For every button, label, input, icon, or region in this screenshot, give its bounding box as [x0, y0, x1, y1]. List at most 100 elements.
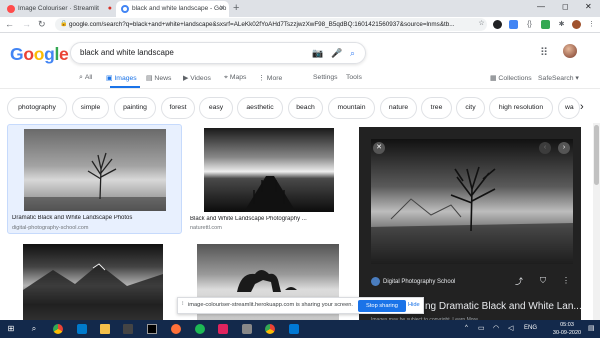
avatar[interactable] [563, 44, 577, 58]
spotify-icon[interactable] [195, 324, 205, 334]
mic-icon[interactable]: 🎤 [331, 47, 342, 59]
github-icon[interactable] [493, 20, 502, 29]
preview-title[interactable]: ng Dramatic Black and White Lan... [425, 301, 582, 312]
firefox-icon[interactable] [171, 324, 181, 334]
chip[interactable]: nature [380, 97, 417, 119]
tab-images[interactable]: ▣ Images [106, 74, 137, 82]
search-icon[interactable]: ⌕ [29, 324, 39, 334]
previous-image-icon[interactable]: ‹ [539, 142, 551, 154]
logo-letter: g [44, 44, 55, 64]
chip[interactable]: city [456, 97, 485, 119]
chip[interactable]: photography [7, 97, 67, 119]
bookmark-star-icon[interactable]: ☆ [477, 19, 486, 28]
tab-more[interactable]: ⋮ More [258, 74, 282, 82]
extension-icon[interactable] [541, 20, 550, 29]
bookmark-icon[interactable]: ⛉ [540, 276, 546, 286]
chip[interactable]: painting [114, 97, 156, 119]
page-scrollbar[interactable] [593, 123, 600, 323]
result-title[interactable]: Dramatic Black and White Landscape Photo… [12, 215, 180, 221]
language-indicator[interactable]: ENG [524, 325, 537, 331]
windows-start-icon[interactable]: ⊞ [6, 324, 16, 334]
file-explorer-icon[interactable] [100, 324, 110, 334]
address-bar[interactable]: 🔒 google.com/search?q=black+and+white+la… [55, 18, 487, 31]
search-box[interactable]: black and white landscape 📷 🎤 ⌕ [70, 42, 366, 64]
safesearch-dropdown[interactable]: SafeSearch ▾ [538, 74, 579, 82]
app-icon[interactable] [289, 324, 299, 334]
wifi-icon[interactable]: ◠ [493, 324, 499, 332]
chip[interactable]: forest [161, 97, 195, 119]
profile-avatar-icon[interactable] [572, 20, 581, 29]
maximize-button[interactable]: ◻ [562, 2, 569, 11]
forward-icon[interactable]: → [22, 19, 31, 29]
result-source[interactable]: naturettl.com [190, 225, 222, 231]
tab-maps[interactable]: ⌖ Maps [224, 74, 246, 82]
chip[interactable]: easy [199, 97, 233, 119]
preview-image[interactable] [371, 139, 573, 264]
devtools-icon[interactable]: {} [525, 20, 534, 29]
chip[interactable]: beach [288, 97, 323, 119]
image-result-card[interactable]: Black and White Landscape Photography ..… [189, 124, 347, 234]
tab-google-search[interactable]: black and white landscape - Goo ✕ [116, 1, 229, 17]
clock[interactable]: 05:03 30-09-2020 [552, 321, 582, 337]
tray-chevron-icon[interactable]: ^ [465, 325, 468, 331]
chrome-icon[interactable] [265, 324, 275, 334]
vscode-icon[interactable] [77, 324, 87, 334]
stop-sharing-button[interactable]: Stop sharing [358, 300, 406, 312]
app-icon[interactable] [218, 324, 228, 334]
network-icon[interactable]: ▭ [478, 324, 485, 332]
tab-image-colouriser[interactable]: Image Colouriser · Streamlit ● [2, 1, 116, 17]
more-options-icon[interactable]: ⋮ [562, 276, 570, 285]
chip[interactable]: mountain [328, 97, 375, 119]
result-thumbnail[interactable] [24, 129, 166, 211]
puzzle-icon[interactable]: ✱ [557, 20, 566, 29]
chrome-icon[interactable] [53, 324, 63, 334]
notifications-icon[interactable]: ▤ [588, 324, 595, 332]
chevron-right-icon[interactable]: › [580, 101, 584, 113]
settings-link[interactable]: Settings [313, 74, 338, 81]
share-icon[interactable]: ⤴ [515, 276, 523, 287]
extension-icon[interactable] [509, 20, 518, 29]
tab-close-icon[interactable]: ● [108, 1, 112, 17]
result-thumbnail[interactable] [204, 128, 334, 212]
hide-button[interactable]: Hide [408, 302, 420, 308]
tools-link[interactable]: Tools [346, 74, 362, 81]
chip[interactable]: simple [72, 97, 109, 119]
chip[interactable]: wa [558, 97, 580, 119]
search-input[interactable]: black and white landscape [80, 43, 174, 63]
new-tab-button[interactable]: + [233, 1, 239, 15]
back-icon[interactable]: ← [5, 19, 14, 29]
minimize-button[interactable]: — [537, 2, 545, 11]
collections-link[interactable]: ▦ Collections [490, 74, 532, 82]
tab-news[interactable]: ▤ News [146, 74, 171, 82]
chip[interactable]: aesthetic [237, 97, 283, 119]
drag-handle-icon[interactable]: ⁞ [182, 301, 184, 307]
image-result-card[interactable] [7, 238, 182, 320]
volume-icon[interactable]: ◁ [508, 324, 513, 332]
tab-all[interactable]: ⌕ All [79, 74, 92, 82]
app-icon[interactable] [123, 324, 133, 334]
result-source[interactable]: digital-photography-school.com [12, 225, 88, 231]
app-icon[interactable] [242, 324, 252, 334]
camera-icon[interactable]: 📷 [312, 47, 323, 59]
close-window-button[interactable]: ✕ [585, 2, 592, 11]
google-logo[interactable]: Google [10, 44, 69, 65]
image-result-card[interactable]: Dramatic Black and White Landscape Photo… [7, 124, 182, 234]
lock-icon: 🔒 [60, 21, 68, 27]
terminal-icon[interactable] [147, 324, 157, 334]
reload-icon[interactable]: ↻ [38, 19, 46, 30]
chip[interactable]: tree [421, 97, 452, 119]
search-icon[interactable]: ⌕ [350, 47, 355, 59]
preview-source[interactable]: Digital Photography School [371, 277, 455, 286]
result-thumbnail[interactable] [23, 244, 163, 320]
close-preview-icon[interactable]: ✕ [373, 142, 385, 154]
apps-grid-icon[interactable]: ⠿ [540, 46, 548, 59]
menu-kebab-icon[interactable]: ⋮ [587, 20, 596, 29]
next-image-icon[interactable]: › [558, 142, 570, 154]
chip[interactable]: high resolution [489, 97, 553, 119]
scrollbar-thumb[interactable] [594, 125, 599, 185]
result-title[interactable]: Black and White Landscape Photography ..… [190, 216, 346, 222]
tab-videos[interactable]: ▶ Videos [183, 74, 211, 82]
image-icon: ▣ [106, 75, 113, 82]
windows-taskbar: ⊞ ⌕ ^ ▭ ◠ ◁ ENG 05:03 30-09-2020 ▤ [0, 320, 600, 338]
tab-close-icon[interactable]: ✕ [219, 1, 225, 17]
